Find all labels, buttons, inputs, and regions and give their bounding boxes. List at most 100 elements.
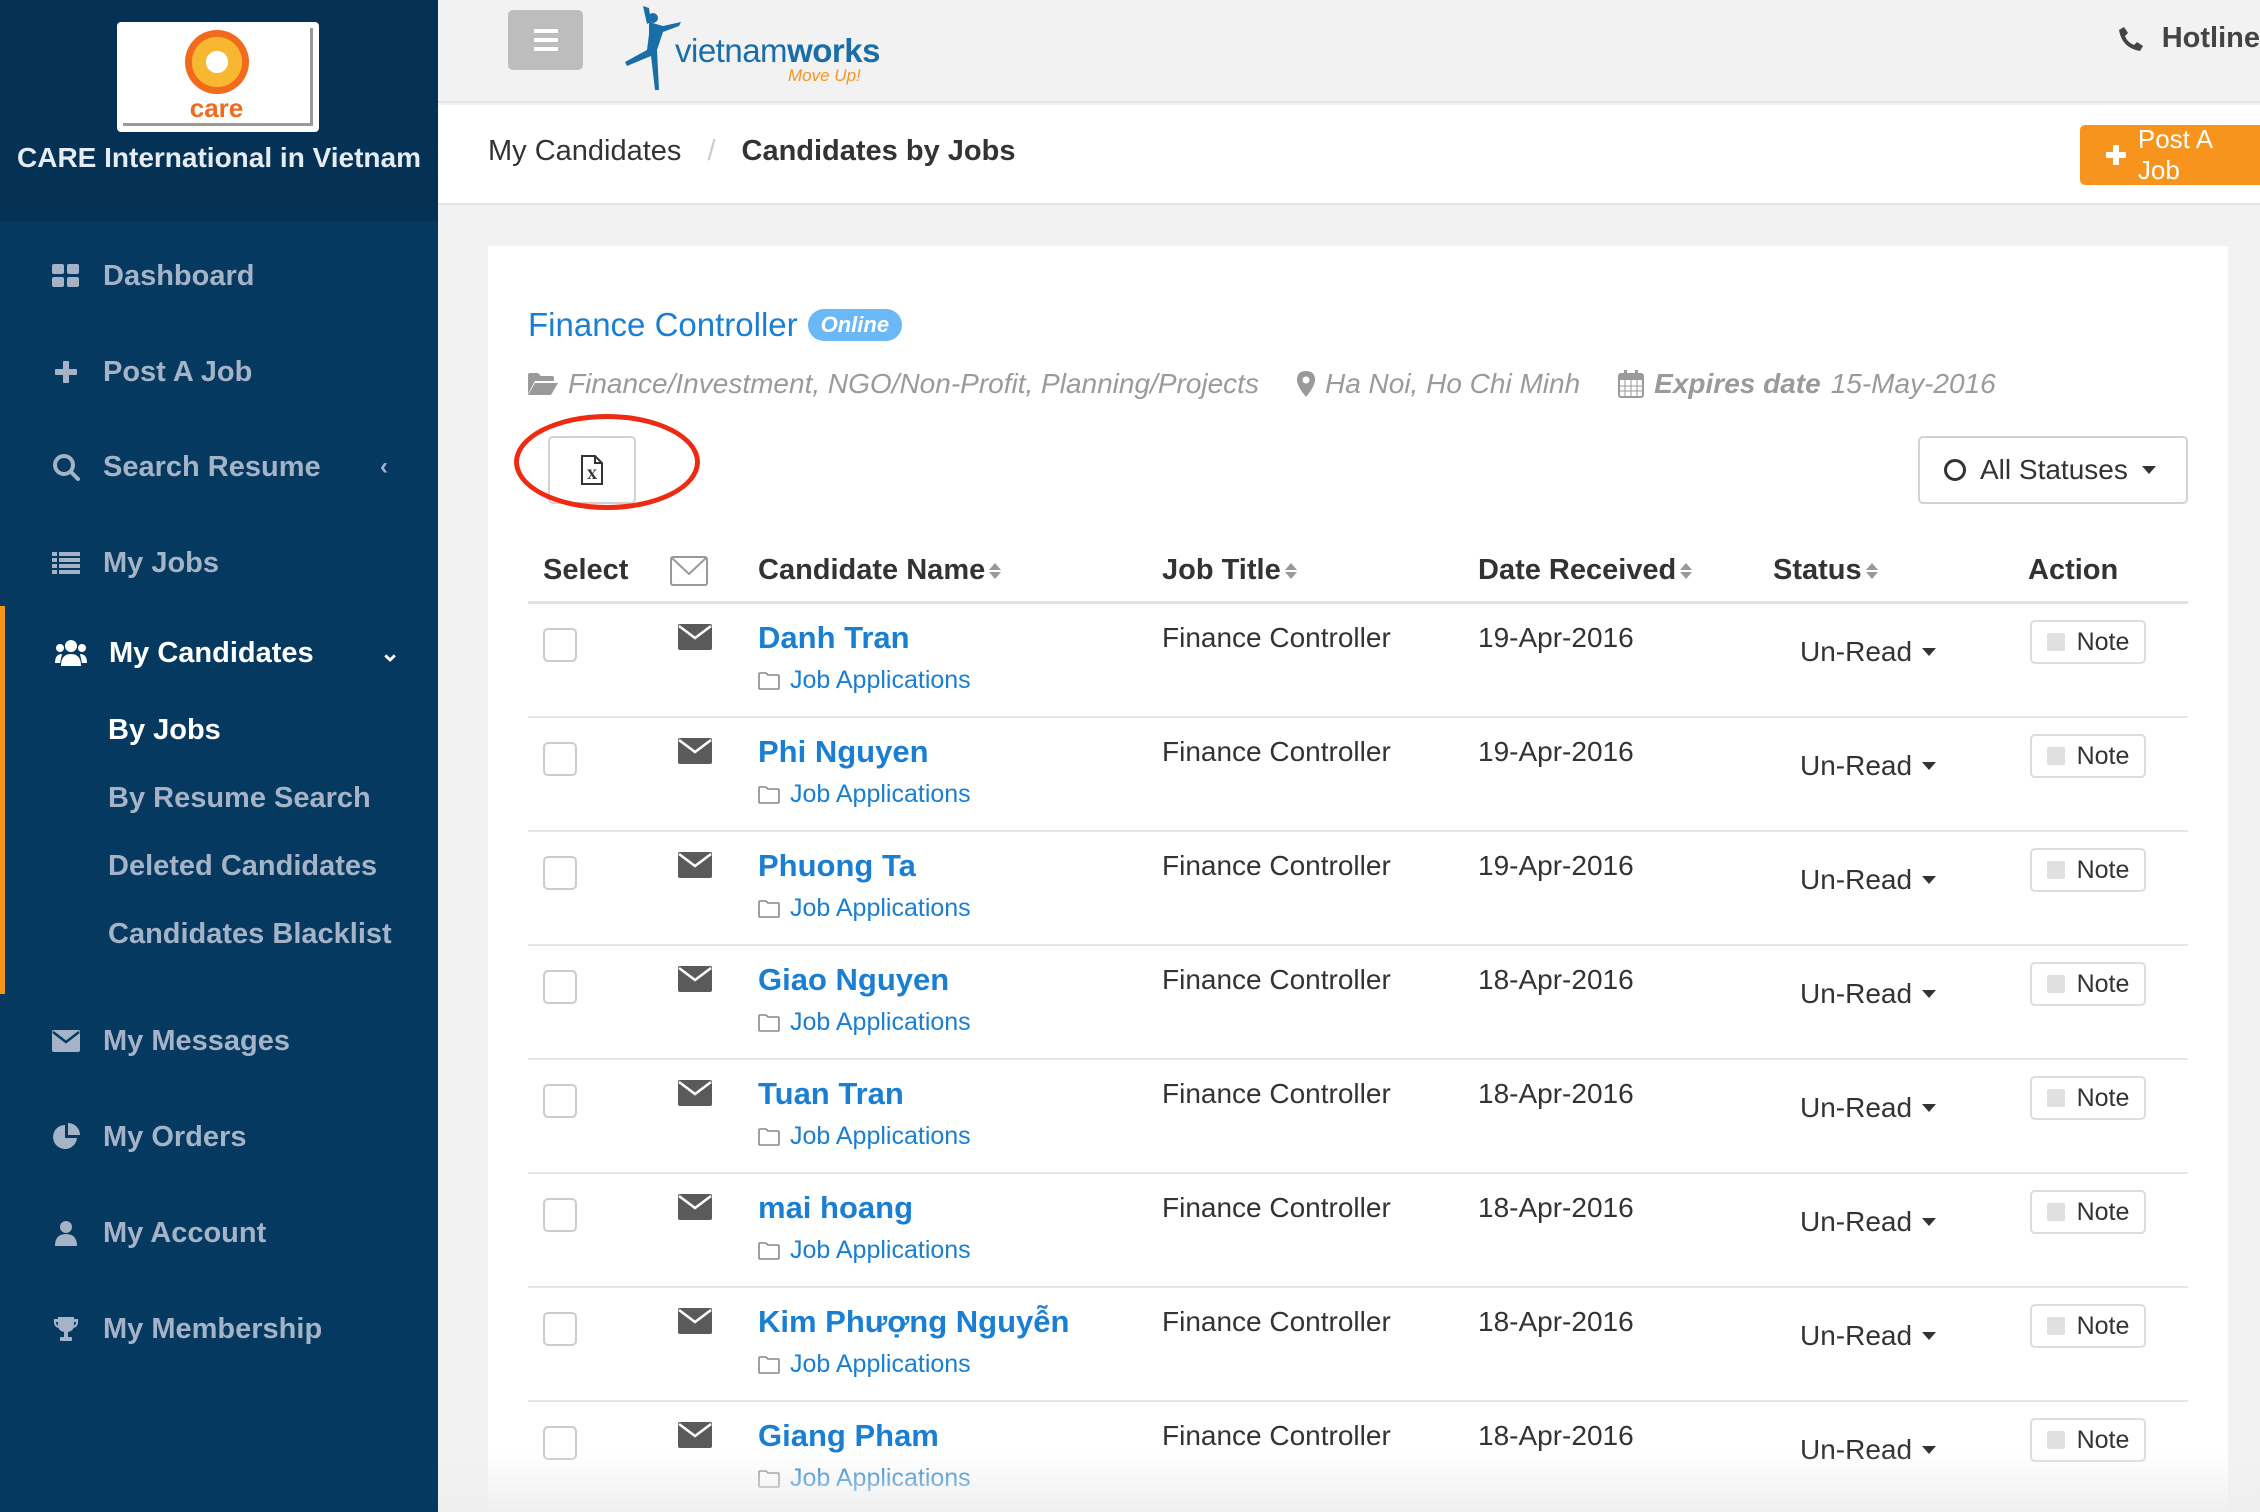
sidebar-item-my-orders[interactable]: My Orders bbox=[0, 1107, 438, 1167]
phone-icon bbox=[2118, 26, 2143, 51]
note-button[interactable]: Note bbox=[2030, 1190, 2146, 1234]
folder-icon bbox=[758, 1355, 780, 1374]
candidate-folder-link[interactable]: Job Applications bbox=[758, 894, 971, 923]
status-filter-label: All Statuses bbox=[1980, 454, 2128, 485]
candidate-name-link[interactable]: Phi Nguyen bbox=[758, 734, 929, 770]
status-dropdown[interactable]: Un-Read bbox=[1800, 1206, 1937, 1238]
candidate-folder-link[interactable]: Job Applications bbox=[758, 1350, 971, 1379]
folder-icon bbox=[758, 1469, 780, 1488]
status-dropdown[interactable]: Un-Read bbox=[1800, 636, 1937, 668]
sidebar-item-search-resume[interactable]: Search Resume ‹ bbox=[0, 437, 438, 497]
sticky-note-icon bbox=[2046, 1431, 2065, 1449]
users-icon bbox=[55, 637, 87, 669]
breadcrumb-parent[interactable]: My Candidates bbox=[488, 135, 681, 168]
status-dropdown[interactable]: Un-Read bbox=[1800, 1320, 1937, 1352]
envelope-icon[interactable] bbox=[678, 624, 712, 654]
sidebar-item-label: Search Resume bbox=[103, 450, 321, 483]
sidebar-item-my-messages[interactable]: My Messages bbox=[0, 1011, 438, 1071]
status-dropdown[interactable]: Un-Read bbox=[1800, 1092, 1937, 1124]
sidebar-subitem-by-resume-search[interactable]: By Resume Search bbox=[108, 782, 371, 815]
sidebar-item-my-account[interactable]: My Account bbox=[0, 1203, 438, 1263]
column-header-date-received[interactable]: Date Received bbox=[1478, 554, 1693, 587]
status-filter-dropdown[interactable]: All Statuses bbox=[1918, 436, 2188, 504]
note-button[interactable]: Note bbox=[2030, 1304, 2146, 1348]
column-header-mail[interactable] bbox=[670, 556, 708, 586]
sort-icon bbox=[1865, 562, 1878, 579]
candidate-name-link[interactable]: Giang Pham bbox=[758, 1418, 939, 1454]
status-dropdown[interactable]: Un-Read bbox=[1800, 864, 1937, 896]
candidate-folder-link[interactable]: Job Applications bbox=[758, 780, 971, 809]
note-button[interactable]: Note bbox=[2030, 962, 2146, 1006]
candidate-folder-link[interactable]: Job Applications bbox=[758, 1236, 971, 1265]
column-header-status[interactable]: Status bbox=[1773, 554, 1878, 587]
folder-icon bbox=[758, 899, 780, 918]
date-received-cell: 18-Apr-2016 bbox=[1478, 1306, 1634, 1337]
sidebar-item-label: My Candidates bbox=[109, 636, 314, 669]
sidebar-item-dashboard[interactable]: Dashboard bbox=[0, 246, 438, 306]
sidebar-item-my-candidates[interactable]: My Candidates ⌄ bbox=[0, 623, 438, 683]
table-row: Phuong Ta Job Applications Finance Contr… bbox=[528, 832, 2188, 946]
select-checkbox[interactable] bbox=[543, 1084, 577, 1118]
sidebar-subitem-candidates-blacklist[interactable]: Candidates Blacklist bbox=[108, 918, 392, 951]
date-received-cell: 18-Apr-2016 bbox=[1478, 964, 1634, 995]
candidate-name-link[interactable]: Phuong Ta bbox=[758, 848, 916, 884]
note-button[interactable]: Note bbox=[2030, 620, 2146, 664]
envelope-icon[interactable] bbox=[678, 852, 712, 882]
select-checkbox[interactable] bbox=[543, 970, 577, 1004]
caret-down-icon bbox=[1922, 648, 1937, 656]
caret-down-icon bbox=[1922, 990, 1937, 998]
company-logo[interactable]: care bbox=[117, 22, 319, 132]
envelope-icon[interactable] bbox=[678, 1194, 712, 1224]
search-icon bbox=[50, 451, 82, 483]
breadcrumb-separator: / bbox=[707, 135, 716, 167]
column-header-candidate-name[interactable]: Candidate Name bbox=[758, 554, 1002, 587]
candidate-name-link[interactable]: Danh Tran bbox=[758, 620, 910, 656]
envelope-icon[interactable] bbox=[678, 1080, 712, 1110]
envelope-icon[interactable] bbox=[678, 1308, 712, 1338]
select-checkbox[interactable] bbox=[543, 628, 577, 662]
candidate-folder-link[interactable]: Job Applications bbox=[758, 666, 971, 695]
candidate-folder-link[interactable]: Job Applications bbox=[758, 1464, 971, 1493]
sidebar-item-label: My Account bbox=[103, 1216, 267, 1249]
post-a-job-button[interactable]: Post A Job bbox=[2080, 124, 2260, 185]
caret-down-icon bbox=[1922, 1218, 1937, 1226]
status-dropdown[interactable]: Un-Read bbox=[1800, 978, 1937, 1010]
candidate-name-link[interactable]: Kim Phượng Nguyễn bbox=[758, 1304, 1069, 1340]
job-title-cell: Finance Controller bbox=[1162, 1192, 1391, 1223]
envelope-icon[interactable] bbox=[678, 966, 712, 996]
sidebar-subitem-by-jobs[interactable]: By Jobs bbox=[108, 714, 221, 747]
candidate-name-link[interactable]: mai hoang bbox=[758, 1190, 913, 1226]
status-dropdown[interactable]: Un-Read bbox=[1800, 1434, 1937, 1466]
export-excel-button[interactable]: X bbox=[548, 436, 636, 504]
excel-file-icon: X bbox=[581, 455, 603, 485]
candidate-folder-link[interactable]: Job Applications bbox=[758, 1122, 971, 1151]
envelope-icon[interactable] bbox=[678, 1422, 712, 1452]
note-button[interactable]: Note bbox=[2030, 1418, 2146, 1462]
candidate-folder-link[interactable]: Job Applications bbox=[758, 1008, 971, 1037]
sidebar-item-my-membership[interactable]: My Membership bbox=[0, 1299, 438, 1359]
status-dropdown[interactable]: Un-Read bbox=[1800, 750, 1937, 782]
select-checkbox[interactable] bbox=[543, 856, 577, 890]
envelope-icon[interactable] bbox=[678, 738, 712, 768]
note-button[interactable]: Note bbox=[2030, 1076, 2146, 1120]
candidate-name-link[interactable]: Tuan Tran bbox=[758, 1076, 904, 1112]
note-button[interactable]: Note bbox=[2030, 848, 2146, 892]
candidate-name-link[interactable]: Giao Nguyen bbox=[758, 962, 949, 998]
column-header-job-title[interactable]: Job Title bbox=[1162, 554, 1297, 587]
menu-toggle-button[interactable] bbox=[508, 10, 583, 70]
hotline[interactable]: Hotline bbox=[2118, 22, 2260, 55]
job-title-cell: Finance Controller bbox=[1162, 1078, 1391, 1109]
note-button[interactable]: Note bbox=[2030, 734, 2146, 778]
sidebar-subitem-deleted-candidates[interactable]: Deleted Candidates bbox=[108, 850, 377, 883]
sidebar-item-post-a-job[interactable]: Post A Job bbox=[0, 342, 438, 402]
logo-tagline: Move Up! bbox=[788, 66, 861, 85]
select-checkbox[interactable] bbox=[543, 742, 577, 776]
job-title-link[interactable]: Finance Controller bbox=[528, 306, 798, 344]
vietnamworks-logo[interactable]: vietnamworks Move Up! bbox=[623, 4, 883, 94]
date-received-cell: 18-Apr-2016 bbox=[1478, 1078, 1634, 1109]
select-checkbox[interactable] bbox=[543, 1198, 577, 1232]
calendar-icon bbox=[1618, 370, 1645, 398]
select-checkbox[interactable] bbox=[543, 1312, 577, 1346]
sidebar-item-my-jobs[interactable]: My Jobs bbox=[0, 533, 438, 593]
select-checkbox[interactable] bbox=[543, 1426, 577, 1460]
